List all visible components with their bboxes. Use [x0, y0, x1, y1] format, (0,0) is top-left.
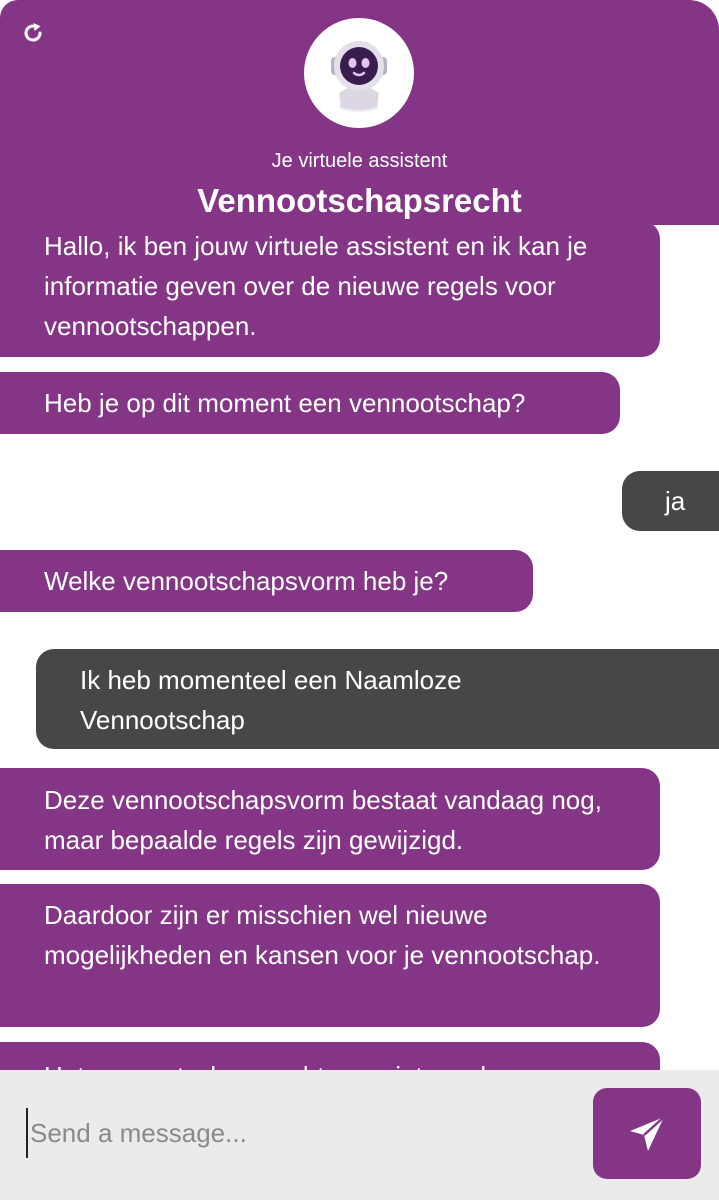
bot-message: Hallo, ik ben jouw virtuele assistent en…: [0, 221, 660, 357]
header-title: Vennootschapsrecht: [197, 182, 522, 219]
refresh-icon: [24, 23, 42, 42]
chat-header: Je virtuele assistent Vennootschapsrecht: [0, 0, 719, 225]
header-subtitle: Je virtuele assistent: [271, 150, 448, 172]
bot-message: Welke vennootschapsvorm heb je?: [0, 550, 533, 612]
robot-avatar-icon: [331, 41, 387, 112]
avatar: [304, 18, 414, 128]
send-icon: [630, 1115, 665, 1151]
user-message: ja: [622, 471, 719, 531]
refresh-button[interactable]: [18, 18, 48, 48]
chat-window: Hallo, ik ben jouw virtuele assistent en…: [0, 0, 719, 1200]
user-message: Ik heb momenteel een Naamloze Vennootsch…: [36, 649, 719, 749]
message-input[interactable]: [26, 1108, 571, 1158]
send-button[interactable]: [593, 1088, 701, 1179]
bot-message: Het vennootschapsrecht voorziet vandaag: [0, 1042, 660, 1070]
bot-message: Daardoor zijn er misschien wel nieuwe mo…: [0, 884, 660, 1027]
bot-message: Heb je op dit moment een vennootschap?: [0, 372, 620, 434]
bot-message: Deze vennootschapsvorm bestaat vandaag n…: [0, 768, 660, 870]
